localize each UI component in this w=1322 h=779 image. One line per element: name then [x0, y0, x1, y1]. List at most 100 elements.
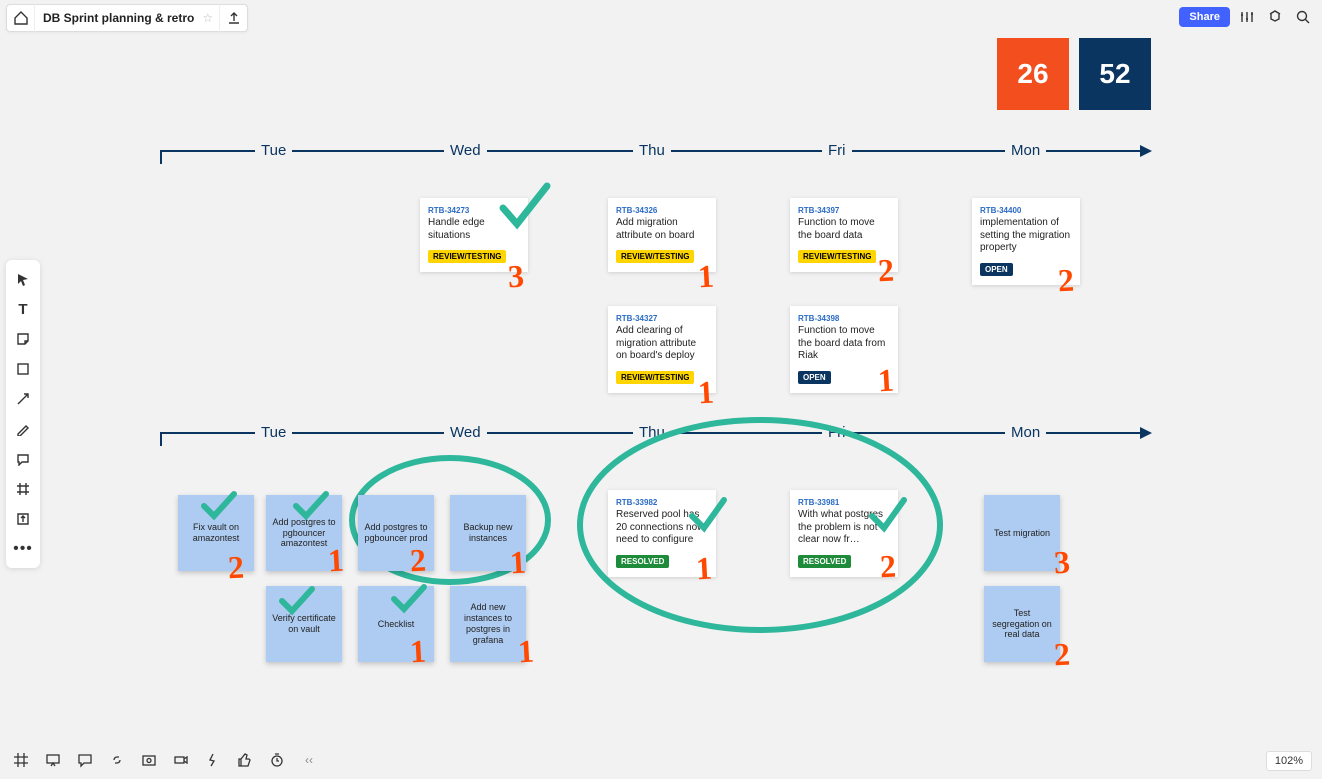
text-icon: T [18, 301, 27, 318]
card-fri-2[interactable]: RTB-34398 Function to move the board dat… [790, 306, 898, 393]
upload-tool[interactable] [10, 506, 36, 532]
card-title: Add migration attribute on board [616, 217, 708, 242]
arrow-tool[interactable] [10, 386, 36, 412]
topbar-left: DB Sprint planning & retro ☆ [6, 4, 248, 32]
card-id: RTB-34398 [798, 314, 890, 323]
counter-orange[interactable]: 26 [997, 38, 1069, 110]
sticky-text: Add postgres to pgbouncer amazontest [272, 517, 336, 549]
sticky-note[interactable]: Backup new instances [450, 495, 526, 571]
card-title: implementation of setting the migration … [980, 217, 1072, 255]
video-icon[interactable] [170, 749, 192, 771]
help-icon[interactable] [1264, 6, 1286, 28]
sticky-note[interactable]: Add postgres to pgbouncer amazontest [266, 495, 342, 571]
comments-icon[interactable] [74, 749, 96, 771]
card-thu-1[interactable]: RTB-34326 Add migration attribute on boa… [608, 198, 716, 272]
card-title: Handle edge situations [428, 217, 520, 242]
status-badge: REVIEW/TESTING [798, 250, 876, 263]
card-id: RTB-34400 [980, 206, 1072, 215]
select-tool[interactable] [10, 266, 36, 292]
day-label-wed: Wed [444, 424, 487, 441]
sticky-text: Backup new instances [456, 522, 520, 544]
pen-tool[interactable] [10, 416, 36, 442]
star-icon[interactable]: ☆ [202, 11, 219, 25]
more-icon: ••• [13, 540, 33, 558]
sticky-note[interactable]: Checklist [358, 586, 434, 662]
export-icon [227, 11, 241, 25]
activity-icon[interactable] [202, 749, 224, 771]
pencil-icon [16, 422, 30, 436]
comment-tool[interactable] [10, 446, 36, 472]
frame-tool[interactable] [10, 476, 36, 502]
board-title[interactable]: DB Sprint planning & retro [35, 11, 202, 25]
export-button[interactable] [219, 4, 247, 32]
sticky-note[interactable]: Verify certificate on vault [266, 586, 342, 662]
timeline-tick [160, 150, 162, 164]
home-button[interactable] [7, 4, 35, 32]
arrow-icon [16, 392, 30, 406]
upload-icon [16, 512, 30, 526]
frames-icon[interactable] [10, 749, 32, 771]
square-icon [16, 362, 30, 376]
sticky-note[interactable]: Test migration [984, 495, 1060, 571]
cursor-icon [16, 272, 30, 286]
card-fri-1[interactable]: RTB-34397 Function to move the board dat… [790, 198, 898, 272]
text-tool[interactable]: T [10, 296, 36, 322]
sticky-note[interactable]: Add postgres to pgbouncer prod [358, 495, 434, 571]
status-badge: OPEN [980, 263, 1013, 276]
day-label-fri: Fri [822, 142, 852, 159]
card-id: RTB-33982 [616, 498, 708, 507]
present-icon[interactable] [42, 749, 64, 771]
thumbs-up-icon[interactable] [234, 749, 256, 771]
sticky-tool[interactable] [10, 326, 36, 352]
card-title: With what postgres the problem is not cl… [798, 509, 890, 547]
collapse-icon[interactable]: ‹‹ [298, 749, 320, 771]
day-label-thu: Thu [633, 142, 671, 159]
sticky-text: Add postgres to pgbouncer prod [364, 522, 428, 544]
shape-tool[interactable] [10, 356, 36, 382]
link-icon[interactable] [106, 749, 128, 771]
status-badge: OPEN [798, 371, 831, 384]
status-badge: RESOLVED [616, 555, 669, 568]
status-badge: REVIEW/TESTING [616, 371, 694, 384]
card-title: Function to move the board data [798, 217, 890, 242]
card-title: Reserved pool has 20 connections now, ne… [616, 509, 708, 547]
card-title: Add clearing of migration attribute on b… [616, 325, 708, 363]
day-label-tue: Tue [255, 142, 292, 159]
search-icon[interactable] [1292, 6, 1314, 28]
card-id: RTB-33981 [798, 498, 890, 507]
card-thu-2[interactable]: RTB-34327 Add clearing of migration attr… [608, 306, 716, 393]
home-icon [13, 10, 29, 26]
card-fri-resolved[interactable]: RTB-33981 With what postgres the problem… [790, 490, 898, 577]
frame-icon [16, 482, 30, 496]
card-id: RTB-34327 [616, 314, 708, 323]
share-button[interactable]: Share [1179, 7, 1230, 27]
sticky-note[interactable]: Add new instances to postgres in grafana [450, 586, 526, 662]
board-canvas[interactable]: 26 52 Tue Wed Thu Fri Mon RTB-34273 Hand… [0, 0, 1322, 779]
card-wed[interactable]: RTB-34273 Handle edge situations REVIEW/… [420, 198, 528, 272]
counter-navy[interactable]: 52 [1079, 38, 1151, 110]
settings-icon[interactable] [1236, 6, 1258, 28]
card-id: RTB-34397 [798, 206, 890, 215]
sticky-note[interactable]: Fix vault on amazontest [178, 495, 254, 571]
sticky-text: Fix vault on amazontest [184, 522, 248, 544]
topbar-right: Share [1179, 6, 1314, 28]
card-thu-resolved[interactable]: RTB-33982 Reserved pool has 20 connectio… [608, 490, 716, 577]
status-badge: REVIEW/TESTING [428, 250, 506, 263]
day-label-wed: Wed [444, 142, 487, 159]
sticky-text: Add new instances to postgres in grafana [456, 602, 520, 645]
day-label-mon: Mon [1005, 424, 1046, 441]
timer-icon[interactable] [266, 749, 288, 771]
status-badge: REVIEW/TESTING [616, 250, 694, 263]
card-title: Function to move the board data from Ria… [798, 325, 890, 363]
more-tool[interactable]: ••• [10, 536, 36, 562]
card-id: RTB-34326 [616, 206, 708, 215]
sticky-text: Verify certificate on vault [272, 613, 336, 635]
card-mon[interactable]: RTB-34400 implementation of setting the … [972, 198, 1080, 285]
sticky-text: Test segregation on real data [990, 608, 1054, 640]
zoom-level[interactable]: 102% [1266, 751, 1312, 771]
screenshot-icon[interactable] [138, 749, 160, 771]
top-bar: DB Sprint planning & retro ☆ Share [0, 0, 1322, 32]
sticky-text: Test migration [994, 528, 1050, 539]
day-label-fri: Fri [822, 424, 852, 441]
sticky-note[interactable]: Test segregation on real data [984, 586, 1060, 662]
